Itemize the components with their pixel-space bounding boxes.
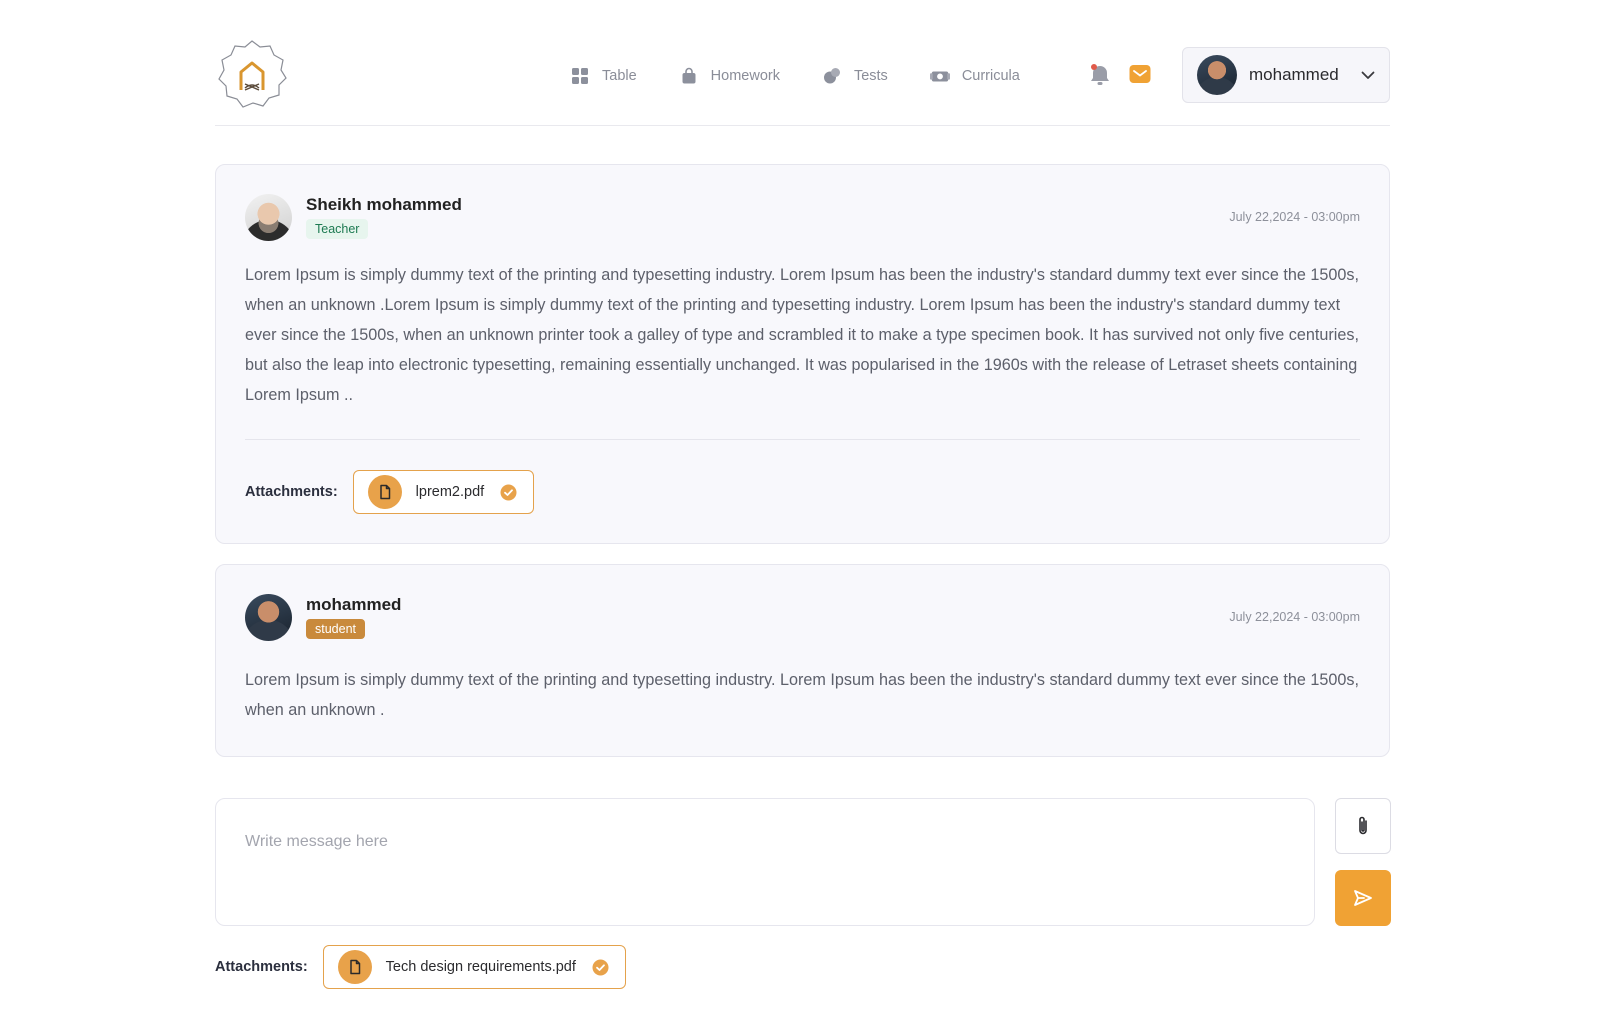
attach-file-button[interactable]: [1335, 798, 1391, 854]
message-timestamp: July 22,2024 - 03:00pm: [1229, 210, 1360, 224]
grid-icon: [570, 66, 590, 86]
curricula-icon: [929, 66, 950, 86]
file-icon: [367, 475, 402, 509]
attachment-chip[interactable]: Tech design requirements.pdf: [322, 945, 626, 989]
message-author: mohammed: [306, 595, 402, 614]
check-circle-icon: [592, 959, 609, 975]
role-badge: student: [306, 619, 366, 639]
paperclip-icon: [1359, 816, 1367, 835]
main-nav: Table Homework Tests Curricula: [570, 63, 1062, 89]
check-circle-icon: [500, 484, 517, 500]
tests-icon: [822, 66, 842, 86]
chevron-down-icon: [1361, 71, 1375, 79]
message-header: mohammed student July 22,2024 - 03:00pm: [245, 594, 1360, 642]
messages-button[interactable]: [1129, 64, 1151, 84]
attachment-chip[interactable]: lprem2.pdf: [352, 470, 535, 514]
notifications-button[interactable]: [1088, 62, 1112, 88]
nav-item-label: Tests: [853, 68, 888, 84]
send-icon: [1354, 890, 1372, 906]
bag-icon: [679, 66, 699, 86]
attachments-label: Attachments:: [245, 484, 338, 500]
message-body: Lorem Ipsum is simply dummy text of the …: [245, 671, 1359, 719]
message-body: Lorem Ipsum is simply dummy text of the …: [245, 266, 1359, 404]
message-input[interactable]: [215, 798, 1315, 926]
user-menu-dropdown[interactable]: mohammed: [1182, 47, 1390, 103]
message-card: mohammed student July 22,2024 - 03:00pm …: [215, 564, 1390, 757]
attachments-label: Attachments:: [215, 959, 308, 975]
nav-item-curricula[interactable]: Curricula: [929, 66, 1020, 86]
nav-item-label: Homework: [710, 68, 780, 84]
nav-item-table[interactable]: Table: [570, 66, 637, 86]
avatar: [1197, 55, 1237, 95]
bell-icon: [1091, 64, 1109, 85]
attachments-row: Attachments: lprem2.pdf: [245, 470, 535, 514]
divider: [245, 439, 1360, 440]
avatar: [245, 594, 292, 641]
logo-icon: [218, 40, 287, 108]
composer-attachments-row: Attachments: Tech design requirements.pd…: [215, 945, 626, 989]
message-timestamp: July 22,2024 - 03:00pm: [1229, 610, 1360, 624]
logo[interactable]: [215, 38, 289, 112]
avatar: [245, 194, 292, 241]
nav-item-tests[interactable]: Tests: [822, 66, 888, 86]
message-author: Sheikh mohammed: [306, 195, 462, 214]
attachment-filename: Tech design requirements.pdf: [385, 959, 576, 975]
mail-icon: [1129, 65, 1151, 83]
send-button[interactable]: [1335, 870, 1391, 926]
message-card: Sheikh mohammed Teacher July 22,2024 - 0…: [215, 164, 1390, 544]
file-icon: [337, 950, 372, 984]
user-name: mohammed: [1249, 65, 1339, 84]
message-header: Sheikh mohammed Teacher July 22,2024 - 0…: [245, 194, 1360, 242]
nav-item-homework[interactable]: Homework: [679, 66, 780, 86]
role-badge: Teacher: [306, 219, 369, 239]
nav-item-label: Table: [602, 68, 637, 84]
nav-item-label: Curricula: [961, 68, 1020, 84]
attachment-filename: lprem2.pdf: [415, 484, 485, 500]
top-header: Table Homework Tests Curricula mohammed: [215, 38, 1390, 126]
